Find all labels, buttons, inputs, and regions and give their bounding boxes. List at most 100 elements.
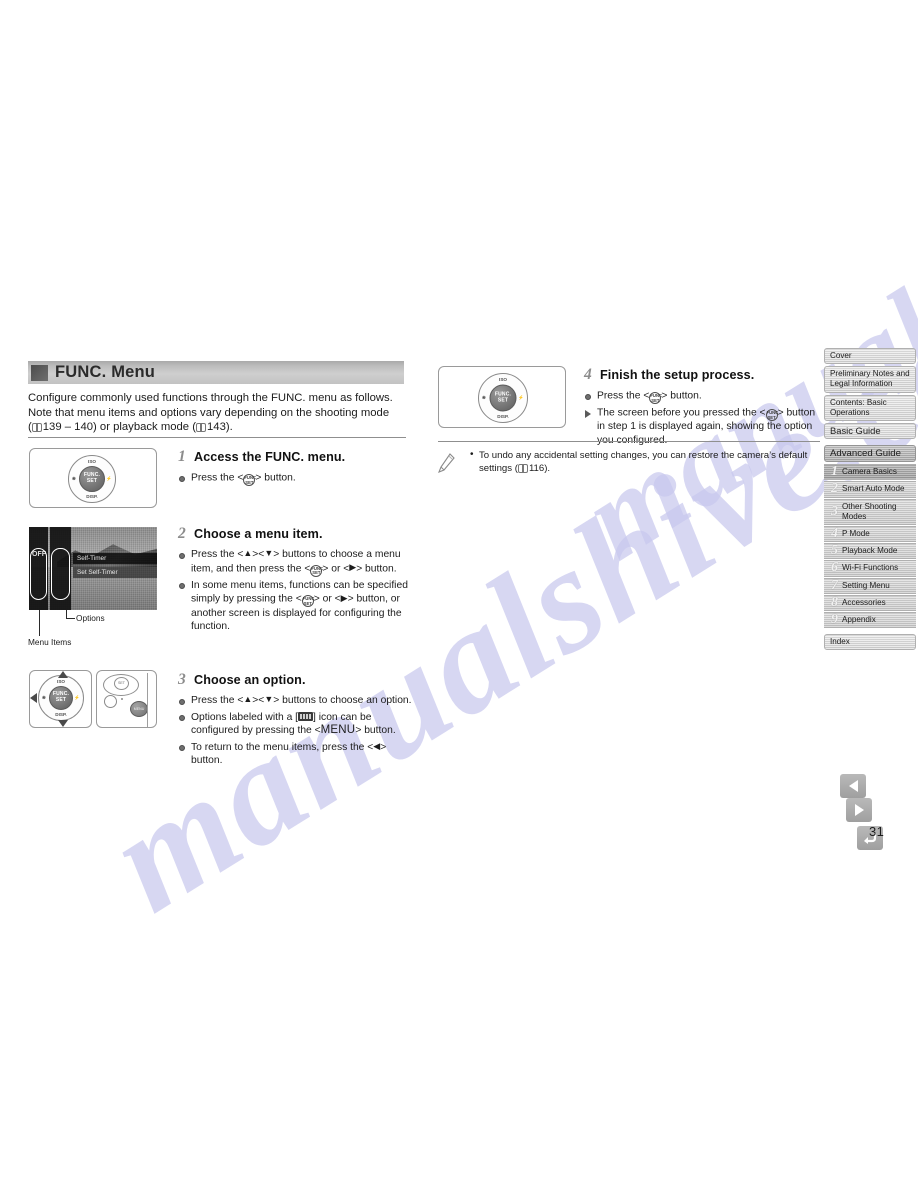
dial-label-left: ❀ bbox=[42, 695, 46, 700]
lcd-options-highlight bbox=[51, 548, 70, 600]
sidebar-item-appendix[interactable]: 9 Appendix bbox=[824, 612, 916, 629]
chevron-right-icon bbox=[854, 804, 864, 816]
page-number: 31 bbox=[869, 824, 885, 839]
sidebar-item-accessories[interactable]: 8 Accessories bbox=[824, 594, 916, 612]
dial-label-right: ⚡ bbox=[518, 395, 524, 400]
previous-page-button[interactable] bbox=[840, 774, 866, 798]
camera-indicator-dot bbox=[121, 698, 123, 700]
sidebar-item-camera-basics[interactable]: 1 Camera Basics bbox=[824, 464, 916, 481]
sidebar-item-basic-guide[interactable]: Basic Guide bbox=[824, 423, 916, 440]
func-set-button-icon: FUNC. SET bbox=[489, 384, 517, 412]
bullet-dot-icon bbox=[179, 745, 185, 752]
sidebar-item-label: Cover bbox=[830, 351, 852, 360]
menu-items-leader bbox=[39, 610, 40, 636]
label-options: Options bbox=[76, 613, 105, 623]
figure-step2-lcd-screen: OFF Self-Timer Set Self-Timer bbox=[29, 527, 157, 610]
sidebar-item-label: Contents: Basic Operations bbox=[830, 397, 887, 417]
sidebar-item-other-shooting-modes[interactable]: 3 Other Shooting Modes bbox=[824, 498, 916, 526]
sidebar-item-label: Appendix bbox=[842, 615, 876, 625]
sidebar-item-setting-menu[interactable]: 7 Setting Menu bbox=[824, 577, 916, 594]
right-arrow-glyph: ▶ bbox=[340, 592, 348, 603]
step-2-bullets: Press the <▲><▼> buttons to choose a men… bbox=[178, 548, 418, 634]
book-reference-icon bbox=[31, 423, 42, 433]
camera-dial-icon: ISO DISP. ❀ ⚡ FUNC. SET bbox=[478, 373, 528, 423]
dial-center-line2: SET bbox=[86, 478, 98, 484]
dial-label-top: ISO bbox=[499, 377, 507, 382]
sidebar-item-label: Accessories bbox=[842, 597, 886, 607]
bullet-triangle-icon bbox=[585, 409, 591, 418]
chevron-left-icon bbox=[848, 780, 858, 792]
sidebar-item-label: Preliminary Notes and Legal Information bbox=[830, 369, 910, 389]
sidebar-item-label: Playback Mode bbox=[842, 546, 898, 556]
func-set-button-icon: FUNC. SET bbox=[49, 686, 73, 710]
sidebar-navigation: Cover Preliminary Notes and Legal Inform… bbox=[824, 348, 916, 652]
down-arrow-glyph: ▼ bbox=[264, 694, 274, 704]
options-leader-horizontal bbox=[66, 618, 75, 619]
step-1: 1 Access the FUNC. menu. Press the < FUNC… bbox=[178, 448, 416, 488]
set-button-glyph: FUNC SET bbox=[301, 595, 315, 608]
intro-reference-2: 143). bbox=[207, 421, 233, 434]
note-text: To undo any accidental setting changes, … bbox=[470, 448, 820, 475]
set-button-glyph: FUNC SET bbox=[765, 409, 779, 422]
dial-label-right: ⚡ bbox=[106, 476, 112, 481]
sidebar-item-playback-mode[interactable]: 5 Playback Mode bbox=[824, 543, 916, 560]
bullet-dot-icon bbox=[179, 583, 185, 590]
dial-label-bottom: DISP. bbox=[497, 414, 509, 419]
sidebar-item-smart-auto-mode[interactable]: 2 Smart Auto Mode bbox=[824, 481, 916, 498]
step-2-header: 2 Choose a menu item. bbox=[178, 525, 418, 543]
step-3-bullet-1: Press the <▲><▼> buttons to choose an op… bbox=[178, 694, 416, 708]
sidebar-item-label: Basic Guide bbox=[830, 425, 881, 437]
dial-label-bottom: DISP. bbox=[86, 494, 98, 499]
step-3-bullet-2: Options labeled with a [] icon can be co… bbox=[178, 711, 416, 738]
figure-step4-dial: ISO DISP. ❀ ⚡ FUNC. SET bbox=[438, 366, 566, 428]
right-arrow-glyph: ▶ bbox=[349, 562, 357, 573]
menu-button-label: MENU bbox=[320, 724, 356, 737]
next-page-button[interactable] bbox=[846, 798, 872, 822]
sidebar-item-p-mode[interactable]: 4 P Mode bbox=[824, 526, 916, 543]
step-4-number: 4 bbox=[584, 366, 592, 383]
sidebar-item-number: 8 bbox=[831, 594, 838, 610]
down-arrow-glyph: ▼ bbox=[264, 548, 274, 558]
func-set-button-icon: FUNC. SET bbox=[79, 466, 105, 492]
pencil-icon bbox=[438, 453, 455, 473]
bullet-dot-icon bbox=[585, 393, 591, 400]
sidebar-item-number: 4 bbox=[831, 526, 838, 542]
step-1-number: 1 bbox=[178, 448, 186, 465]
playback-button-icon bbox=[104, 695, 117, 708]
step-4-bullets: Press the < FUNC SET > button. The screen b… bbox=[584, 389, 822, 448]
set-button-glyph: FUNC SET bbox=[243, 474, 257, 486]
up-arrow-glyph: ▲ bbox=[243, 694, 253, 704]
sidebar-item-number: 6 bbox=[831, 560, 838, 576]
step-4-header: 4 Finish the setup process. bbox=[584, 366, 822, 384]
step-2-bullet-2: In some menu items, functions can be spe… bbox=[178, 579, 418, 634]
dial-label-left: ❀ bbox=[72, 476, 76, 481]
bullet-dot-icon bbox=[179, 552, 185, 559]
sidebar-item-cover[interactable]: Cover bbox=[824, 348, 916, 365]
lcd-option-second[interactable]: Set Self-Timer bbox=[73, 567, 157, 578]
step-2-title: Choose a menu item. bbox=[194, 527, 323, 541]
sidebar-item-advanced-guide[interactable]: Advanced Guide bbox=[824, 445, 916, 463]
note-line-2: settings ( bbox=[479, 463, 518, 474]
sidebar-item-contents[interactable]: Contents: Basic Operations bbox=[824, 394, 916, 422]
sidebar-item-label: Camera Basics bbox=[842, 467, 897, 477]
dial-label-right: ⚡ bbox=[74, 695, 80, 700]
dial-left-arrow-icon bbox=[30, 693, 37, 703]
sidebar-item-index[interactable]: Index bbox=[824, 634, 916, 651]
step-4: 4 Finish the setup process. Press the < F… bbox=[584, 366, 822, 451]
sidebar-item-label: P Mode bbox=[842, 529, 870, 539]
page-title: FUNC. Menu bbox=[55, 363, 156, 381]
sidebar-item-wifi-functions[interactable]: 6 Wi-Fi Functions bbox=[824, 560, 916, 577]
step-2: 2 Choose a menu item. Press the <▲><▼> b… bbox=[178, 525, 418, 637]
step-3-bullet-3: To return to the menu items, press the <… bbox=[178, 741, 416, 768]
sidebar-item-number: 7 bbox=[831, 577, 838, 593]
lcd-option-selected[interactable]: Self-Timer bbox=[73, 553, 157, 564]
sidebar-item-preliminary-notes[interactable]: Preliminary Notes and Legal Information bbox=[824, 366, 916, 393]
dial-label-bottom: DISP. bbox=[55, 712, 67, 717]
sidebar-item-label: Smart Auto Mode bbox=[842, 484, 905, 494]
step-2-number: 2 bbox=[178, 525, 186, 542]
intro-reference-1: 139 – 140) or playback mode ( bbox=[42, 421, 196, 434]
sidebar-item-label: Other Shooting Modes bbox=[842, 501, 897, 521]
menu-icon bbox=[298, 711, 314, 721]
note-block: To undo any accidental setting changes, … bbox=[438, 448, 820, 475]
sidebar-item-number: 9 bbox=[831, 612, 838, 628]
